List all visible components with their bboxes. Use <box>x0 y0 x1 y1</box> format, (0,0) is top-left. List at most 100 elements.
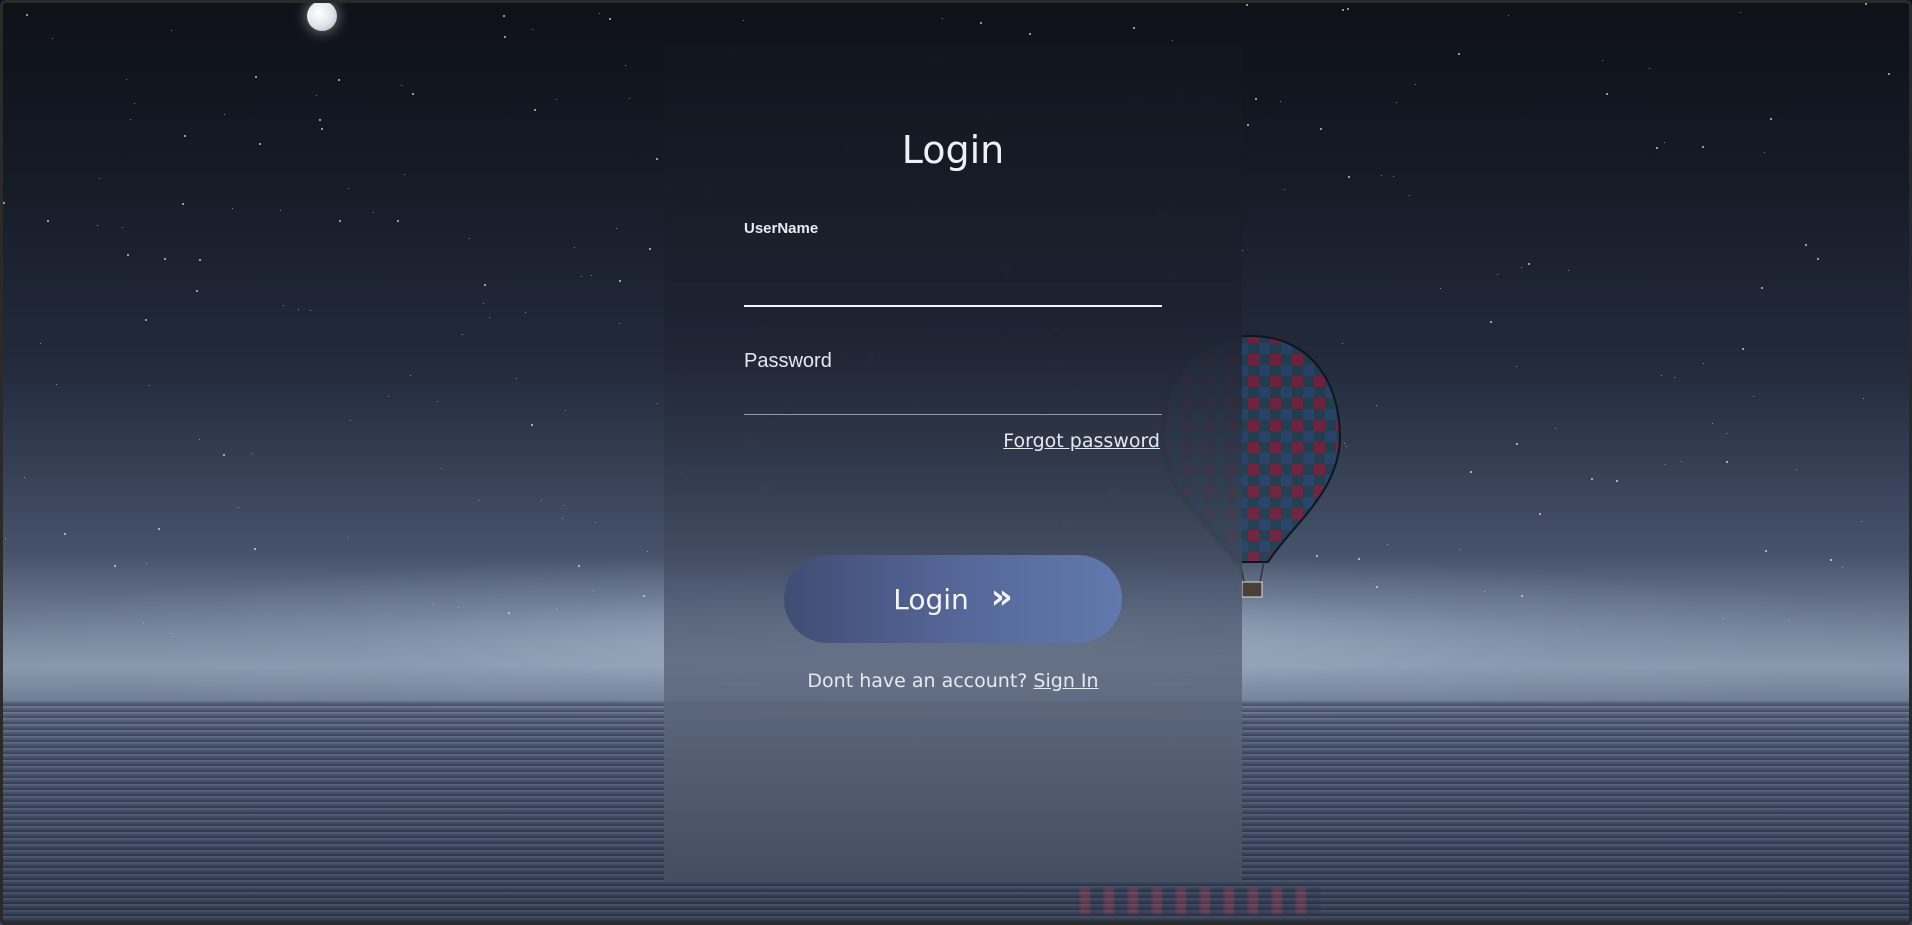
star <box>629 98 630 99</box>
star <box>1861 521 1862 522</box>
star <box>238 507 239 508</box>
star <box>1516 366 1517 367</box>
star <box>196 290 198 292</box>
username-input[interactable] <box>744 256 1166 306</box>
star <box>134 103 135 104</box>
login-button[interactable]: Login » <box>784 555 1122 643</box>
star <box>56 384 57 385</box>
star <box>1521 267 1522 268</box>
star <box>412 93 414 95</box>
star <box>1381 175 1382 176</box>
star <box>1591 478 1593 480</box>
star <box>1661 375 1662 376</box>
star <box>980 22 982 24</box>
star <box>1255 98 1257 100</box>
star <box>489 317 490 318</box>
login-panel: Login UserName Password Forgot password … <box>664 46 1242 882</box>
balloon-reflection <box>1080 888 1320 914</box>
username-underline <box>744 304 1162 307</box>
star <box>254 548 256 550</box>
star <box>1387 544 1388 545</box>
star <box>1029 33 1031 35</box>
star <box>942 18 943 19</box>
star <box>616 228 617 229</box>
star <box>40 343 41 344</box>
star <box>316 95 317 96</box>
star <box>534 109 536 111</box>
star <box>313 0 314 1</box>
star <box>298 309 299 310</box>
star <box>574 247 575 248</box>
star <box>127 254 129 256</box>
star <box>609 18 611 20</box>
star <box>1376 405 1377 406</box>
star <box>656 158 658 160</box>
forgot-password-link[interactable]: Forgot password <box>1003 430 1160 452</box>
star <box>1602 60 1603 61</box>
star <box>1460 549 1461 550</box>
star <box>1470 471 1472 473</box>
star <box>1246 4 1248 6</box>
star <box>158 528 160 530</box>
star <box>437 401 438 402</box>
star <box>348 537 349 538</box>
star <box>1393 176 1394 177</box>
star <box>26 14 28 16</box>
star <box>97 225 98 226</box>
login-title: Login <box>901 128 1005 172</box>
star <box>647 551 648 552</box>
star <box>649 248 651 250</box>
star <box>1242 250 1243 251</box>
star <box>1415 84 1416 85</box>
star <box>1703 363 1704 364</box>
star <box>280 210 281 211</box>
star <box>532 29 533 30</box>
star <box>1742 348 1744 350</box>
star <box>1490 321 1492 323</box>
star <box>1396 102 1397 103</box>
star <box>339 220 341 222</box>
star <box>145 319 147 321</box>
star <box>5 538 6 539</box>
star <box>619 323 620 324</box>
star <box>1528 263 1530 265</box>
star <box>1888 73 1890 75</box>
star <box>373 212 374 213</box>
star <box>3 202 5 204</box>
star <box>1133 27 1135 29</box>
star <box>1508 15 1509 16</box>
star <box>251 453 252 454</box>
star <box>348 188 349 189</box>
star <box>1817 258 1819 260</box>
star <box>0 288 1 289</box>
star <box>581 276 582 277</box>
star <box>1649 68 1650 69</box>
star <box>541 500 542 501</box>
star <box>338 79 340 81</box>
star <box>130 119 131 120</box>
star <box>126 79 127 80</box>
star <box>1740 12 1741 13</box>
star <box>478 500 479 501</box>
star <box>283 305 284 306</box>
star <box>1726 461 1728 463</box>
star <box>1348 176 1350 178</box>
star <box>1796 469 1797 470</box>
star <box>1702 146 1704 148</box>
star <box>1347 8 1349 10</box>
star <box>1320 128 1322 130</box>
star <box>1440 288 1441 289</box>
star <box>223 454 225 456</box>
sign-in-link[interactable]: Sign In <box>1033 670 1098 692</box>
star <box>1616 480 1618 482</box>
star <box>1555 428 1556 429</box>
password-input[interactable] <box>744 376 1166 412</box>
star <box>562 518 563 519</box>
star <box>224 114 225 115</box>
star <box>255 76 257 78</box>
star <box>1516 443 1518 445</box>
star <box>1664 142 1665 143</box>
star <box>122 227 123 228</box>
star <box>1172 40 1173 41</box>
star <box>1753 396 1754 397</box>
